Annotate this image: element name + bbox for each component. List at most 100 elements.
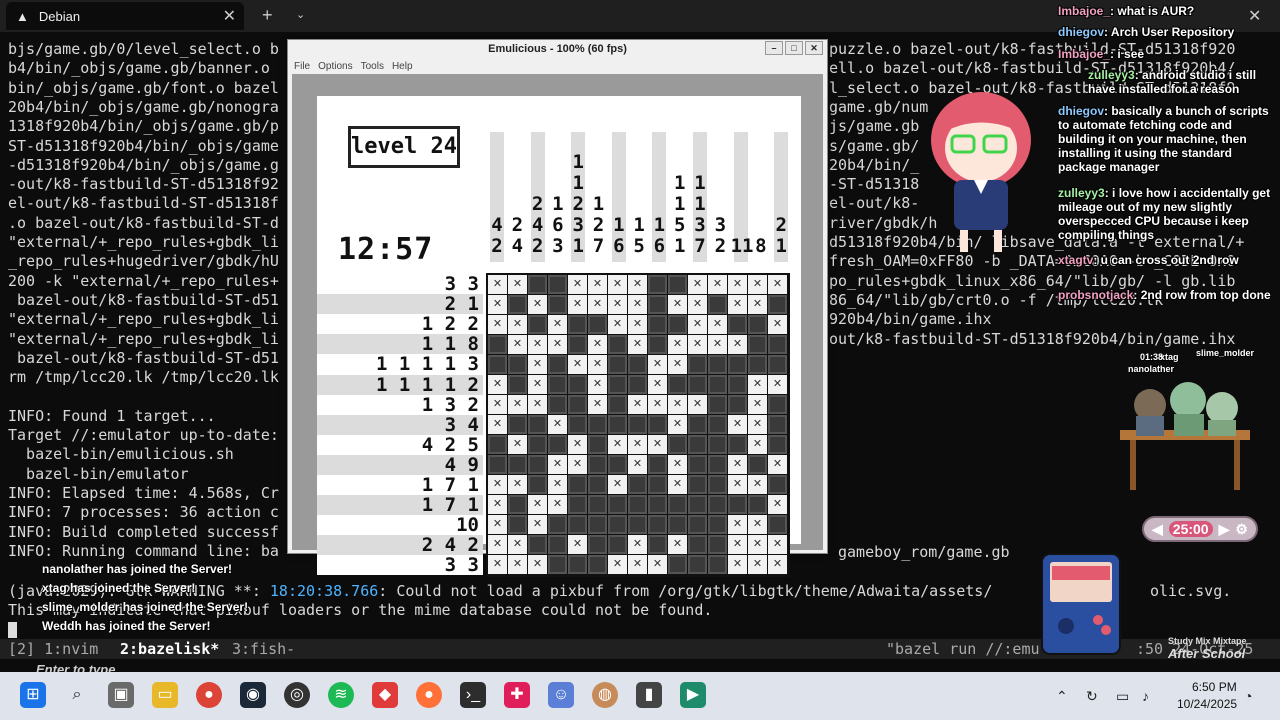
grid-cell-crossed[interactable]: ✕ xyxy=(608,555,627,574)
tmux-window-1[interactable]: [2] 1:nvim xyxy=(8,640,98,658)
tray-chevron-icon[interactable]: ⌃ xyxy=(1056,688,1068,705)
grid-cell-filled[interactable] xyxy=(568,415,587,434)
slack-icon[interactable]: ✚ xyxy=(504,682,530,708)
grid-cell-crossed[interactable]: ✕ xyxy=(628,315,647,334)
grid-cell-filled[interactable] xyxy=(548,295,567,314)
grid-cell-filled[interactable] xyxy=(608,355,627,374)
grid-cell-crossed[interactable]: ✕ xyxy=(548,415,567,434)
grid-cell-crossed[interactable]: ✕ xyxy=(508,555,527,574)
grid-cell-filled[interactable] xyxy=(608,395,627,414)
grid-cell-filled[interactable] xyxy=(608,335,627,354)
grid-cell-filled[interactable] xyxy=(648,415,667,434)
firefox-icon[interactable]: ● xyxy=(416,682,442,708)
grid-cell-filled[interactable] xyxy=(588,555,607,574)
grid-cell-filled[interactable] xyxy=(768,515,787,534)
grid-cell-crossed[interactable]: ✕ xyxy=(488,275,507,294)
grid-cell-crossed[interactable]: ✕ xyxy=(488,415,507,434)
grid-cell-filled[interactable] xyxy=(728,395,747,414)
grid-cell-crossed[interactable]: ✕ xyxy=(628,435,647,454)
grid-cell-crossed[interactable]: ✕ xyxy=(768,555,787,574)
grid-cell-crossed[interactable]: ✕ xyxy=(488,315,507,334)
grid-cell-crossed[interactable]: ✕ xyxy=(768,495,787,514)
grid-cell-crossed[interactable]: ✕ xyxy=(728,335,747,354)
task-view-icon[interactable]: ▣ xyxy=(108,682,134,708)
grid-cell-filled[interactable] xyxy=(528,535,547,554)
menu-tools[interactable]: Tools xyxy=(361,61,384,72)
grid-cell-crossed[interactable]: ✕ xyxy=(748,435,767,454)
grid-cell-crossed[interactable]: ✕ xyxy=(668,535,687,554)
notification-icon[interactable]: ◔ xyxy=(1244,688,1252,704)
grid-cell-filled[interactable] xyxy=(488,435,507,454)
grid-cell-filled[interactable] xyxy=(628,415,647,434)
menu-options[interactable]: Options xyxy=(318,61,352,72)
grid-cell-filled[interactable] xyxy=(708,495,727,514)
grid-cell-crossed[interactable]: ✕ xyxy=(528,515,547,534)
grid-cell-filled[interactable] xyxy=(628,475,647,494)
menu-file[interactable]: File xyxy=(294,61,310,72)
tmux-window-3[interactable]: 3:fish- xyxy=(232,640,295,658)
grid-cell-crossed[interactable]: ✕ xyxy=(688,315,707,334)
grid-cell-crossed[interactable]: ✕ xyxy=(608,315,627,334)
grid-cell-filled[interactable] xyxy=(548,515,567,534)
grid-cell-filled[interactable] xyxy=(648,515,667,534)
nonogram-grid[interactable]: ✕ ✕ ✕ ✕ ✕ ✕ ✕ ✕ ✕ ✕ ✕ ✕ ✕ ✕ ✕ ✕ ✕ ✕ ✕ ✕ ✕ ✕ ✕ ✕ ✕ ✕ ✕ ✕ ✕ ✕ ✕ ✕ ✕ ✕ ✕ ✕ ✕ ✕ ✕ ✕… xyxy=(486,273,790,577)
tab-menu-chevron-icon[interactable]: ⌄ xyxy=(296,8,305,21)
game-controller-icon[interactable]: ◆ xyxy=(372,682,398,708)
grid-cell-filled[interactable] xyxy=(568,375,587,394)
grid-cell-filled[interactable] xyxy=(528,435,547,454)
grid-cell-filled[interactable] xyxy=(568,475,587,494)
grid-cell-crossed[interactable]: ✕ xyxy=(648,375,667,394)
grid-cell-filled[interactable] xyxy=(568,515,587,534)
grid-cell-crossed[interactable]: ✕ xyxy=(668,355,687,374)
grid-cell-filled[interactable] xyxy=(728,315,747,334)
grid-cell-filled[interactable] xyxy=(708,555,727,574)
grid-cell-crossed[interactable]: ✕ xyxy=(528,335,547,354)
grid-cell-crossed[interactable]: ✕ xyxy=(748,395,767,414)
grid-cell-crossed[interactable]: ✕ xyxy=(708,335,727,354)
grid-cell-crossed[interactable]: ✕ xyxy=(508,315,527,334)
grid-cell-crossed[interactable]: ✕ xyxy=(728,415,747,434)
grid-cell-crossed[interactable]: ✕ xyxy=(548,495,567,514)
grid-cell-crossed[interactable]: ✕ xyxy=(568,275,587,294)
grid-cell-filled[interactable] xyxy=(748,335,767,354)
grid-cell-crossed[interactable]: ✕ xyxy=(628,395,647,414)
grid-cell-crossed[interactable]: ✕ xyxy=(768,375,787,394)
grid-cell-crossed[interactable]: ✕ xyxy=(508,275,527,294)
grid-cell-crossed[interactable]: ✕ xyxy=(488,535,507,554)
grid-cell-filled[interactable] xyxy=(548,435,567,454)
grid-cell-crossed[interactable]: ✕ xyxy=(588,375,607,394)
grid-cell-crossed[interactable]: ✕ xyxy=(588,335,607,354)
grid-cell-crossed[interactable]: ✕ xyxy=(648,395,667,414)
grid-cell-filled[interactable] xyxy=(708,355,727,374)
grid-cell-filled[interactable] xyxy=(548,555,567,574)
grid-cell-crossed[interactable]: ✕ xyxy=(568,535,587,554)
grid-cell-crossed[interactable]: ✕ xyxy=(548,455,567,474)
grid-cell-crossed[interactable]: ✕ xyxy=(508,435,527,454)
grid-cell-filled[interactable] xyxy=(568,315,587,334)
clock-date[interactable]: 10/24/2025 xyxy=(1177,697,1237,711)
grid-cell-filled[interactable] xyxy=(668,315,687,334)
grid-cell-crossed[interactable]: ✕ xyxy=(488,375,507,394)
grid-cell-filled[interactable] xyxy=(488,335,507,354)
grid-cell-crossed[interactable]: ✕ xyxy=(768,275,787,294)
grid-cell-filled[interactable] xyxy=(568,395,587,414)
grid-cell-filled[interactable] xyxy=(548,535,567,554)
grid-cell-crossed[interactable]: ✕ xyxy=(528,355,547,374)
grid-cell-filled[interactable] xyxy=(608,415,627,434)
grid-cell-filled[interactable] xyxy=(628,355,647,374)
grid-cell-filled[interactable] xyxy=(528,455,547,474)
grid-cell-crossed[interactable]: ✕ xyxy=(748,295,767,314)
grid-cell-crossed[interactable]: ✕ xyxy=(608,435,627,454)
grid-cell-crossed[interactable]: ✕ xyxy=(668,455,687,474)
grid-cell-filled[interactable] xyxy=(648,495,667,514)
grid-cell-filled[interactable] xyxy=(688,435,707,454)
grid-cell-crossed[interactable]: ✕ xyxy=(728,515,747,534)
grid-cell-crossed[interactable]: ✕ xyxy=(748,475,767,494)
grid-cell-filled[interactable] xyxy=(708,435,727,454)
grid-cell-filled[interactable] xyxy=(708,395,727,414)
grid-cell-filled[interactable] xyxy=(548,375,567,394)
grid-cell-crossed[interactable]: ✕ xyxy=(488,555,507,574)
grid-cell-crossed[interactable]: ✕ xyxy=(508,475,527,494)
grid-cell-filled[interactable] xyxy=(728,355,747,374)
grid-cell-filled[interactable] xyxy=(488,355,507,374)
